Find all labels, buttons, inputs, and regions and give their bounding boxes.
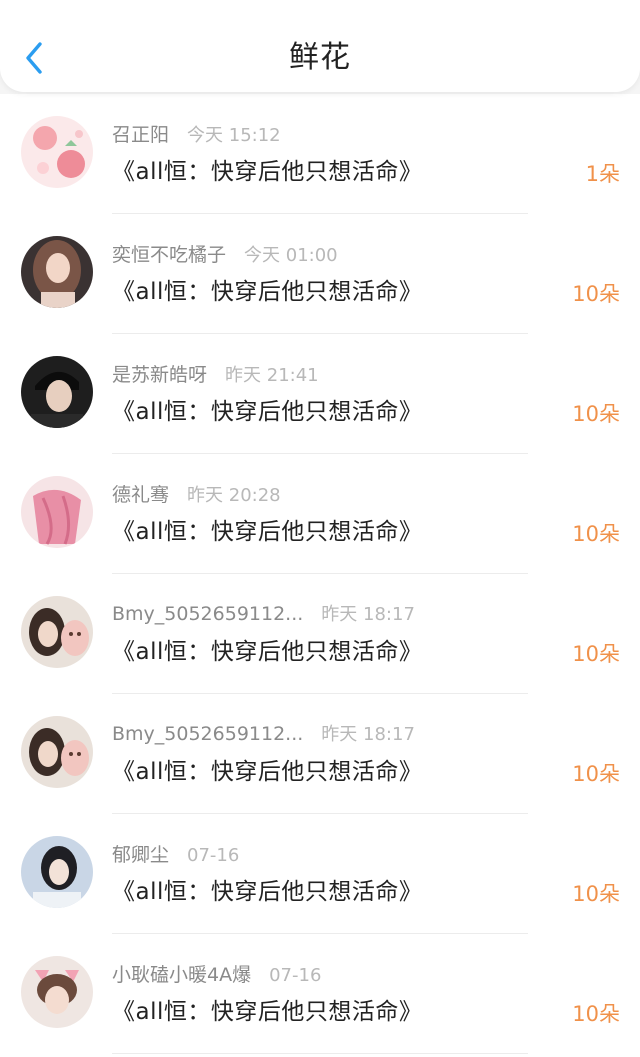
book-title: 《all恒：快穿后他只想活命》 [112,519,423,545]
flower-count: 10朵 [572,1002,620,1026]
timestamp: 昨天 18:17 [321,724,415,745]
user-name[interactable]: Bmy_5052659112... [112,603,303,625]
list-item[interactable]: 郁卿尘 07-16 《all恒：快穿后他只想活命》 10朵 [0,814,640,934]
gift-list: 召正阳 今天 15:12 《all恒：快穿后他只想活命》 1朵 奕恒不吃橘子 今… [0,94,640,1057]
timestamp: 昨天 21:41 [225,365,319,386]
avatar[interactable] [21,476,93,548]
timestamp: 今天 01:00 [244,245,338,266]
book-title: 《all恒：快穿后他只想活命》 [112,879,423,905]
avatar[interactable] [21,356,93,428]
flower-count: 10朵 [572,762,620,786]
user-name[interactable]: 郁卿尘 [112,840,169,867]
list-item[interactable]: Bmy_5052659112... 昨天 18:17 《all恒：快穿后他只想活… [0,694,640,814]
avatar[interactable] [21,116,93,188]
flower-count: 10朵 [572,882,620,906]
top-bar: 鲜花 [0,0,640,92]
list-item[interactable]: 小耿磕小暖4A爆 07-16 《all恒：快穿后他只想活命》 10朵 [0,934,640,1054]
timestamp: 昨天 20:28 [187,485,281,506]
flower-count: 1朵 [585,162,620,186]
flower-count: 10朵 [572,402,620,426]
timestamp: 昨天 18:17 [321,604,415,625]
list-item[interactable]: 奕恒不吃橘子 今天 01:00 《all恒：快穿后他只想活命》 10朵 [0,214,640,334]
timestamp: 07-16 [269,965,322,986]
book-title: 《all恒：快穿后他只想活命》 [112,279,423,305]
page-title: 鲜花 [289,40,351,75]
user-name[interactable]: 小耿磕小暖4A爆 [112,960,251,987]
user-name[interactable]: 是苏新皓呀 [112,360,207,387]
user-name[interactable]: Bmy_5052659112... [112,723,303,745]
timestamp: 07-16 [187,845,240,866]
avatar[interactable] [21,716,93,788]
user-name[interactable]: 德礼骞 [112,480,169,507]
list-item[interactable]: Bmy_5052659112... 昨天 18:17 《all恒：快穿后他只想活… [0,574,640,694]
avatar[interactable] [21,836,93,908]
flower-count: 10朵 [572,522,620,546]
book-title: 《all恒：快穿后他只想活命》 [112,639,423,665]
timestamp: 今天 15:12 [187,125,281,146]
flower-count: 10朵 [572,642,620,666]
user-name[interactable]: 召正阳 [112,120,169,147]
book-title: 《all恒：快穿后他只想活命》 [112,399,423,425]
book-title: 《all恒：快穿后他只想活命》 [112,999,423,1025]
avatar[interactable] [21,956,93,1028]
book-title: 《all恒：快穿后他只想活命》 [112,159,423,185]
user-name[interactable]: 奕恒不吃橘子 [112,240,226,267]
book-title: 《all恒：快穿后他只想活命》 [112,759,423,785]
list-item[interactable]: 是苏新皓呀 昨天 21:41 《all恒：快穿后他只想活命》 10朵 [0,334,640,454]
list-item[interactable]: 德礼骞 昨天 20:28 《all恒：快穿后他只想活命》 10朵 [0,454,640,574]
flower-count: 10朵 [572,282,620,306]
avatar[interactable] [21,596,93,668]
list-item[interactable]: 召正阳 今天 15:12 《all恒：快穿后他只想活命》 1朵 [0,94,640,214]
avatar[interactable] [21,236,93,308]
